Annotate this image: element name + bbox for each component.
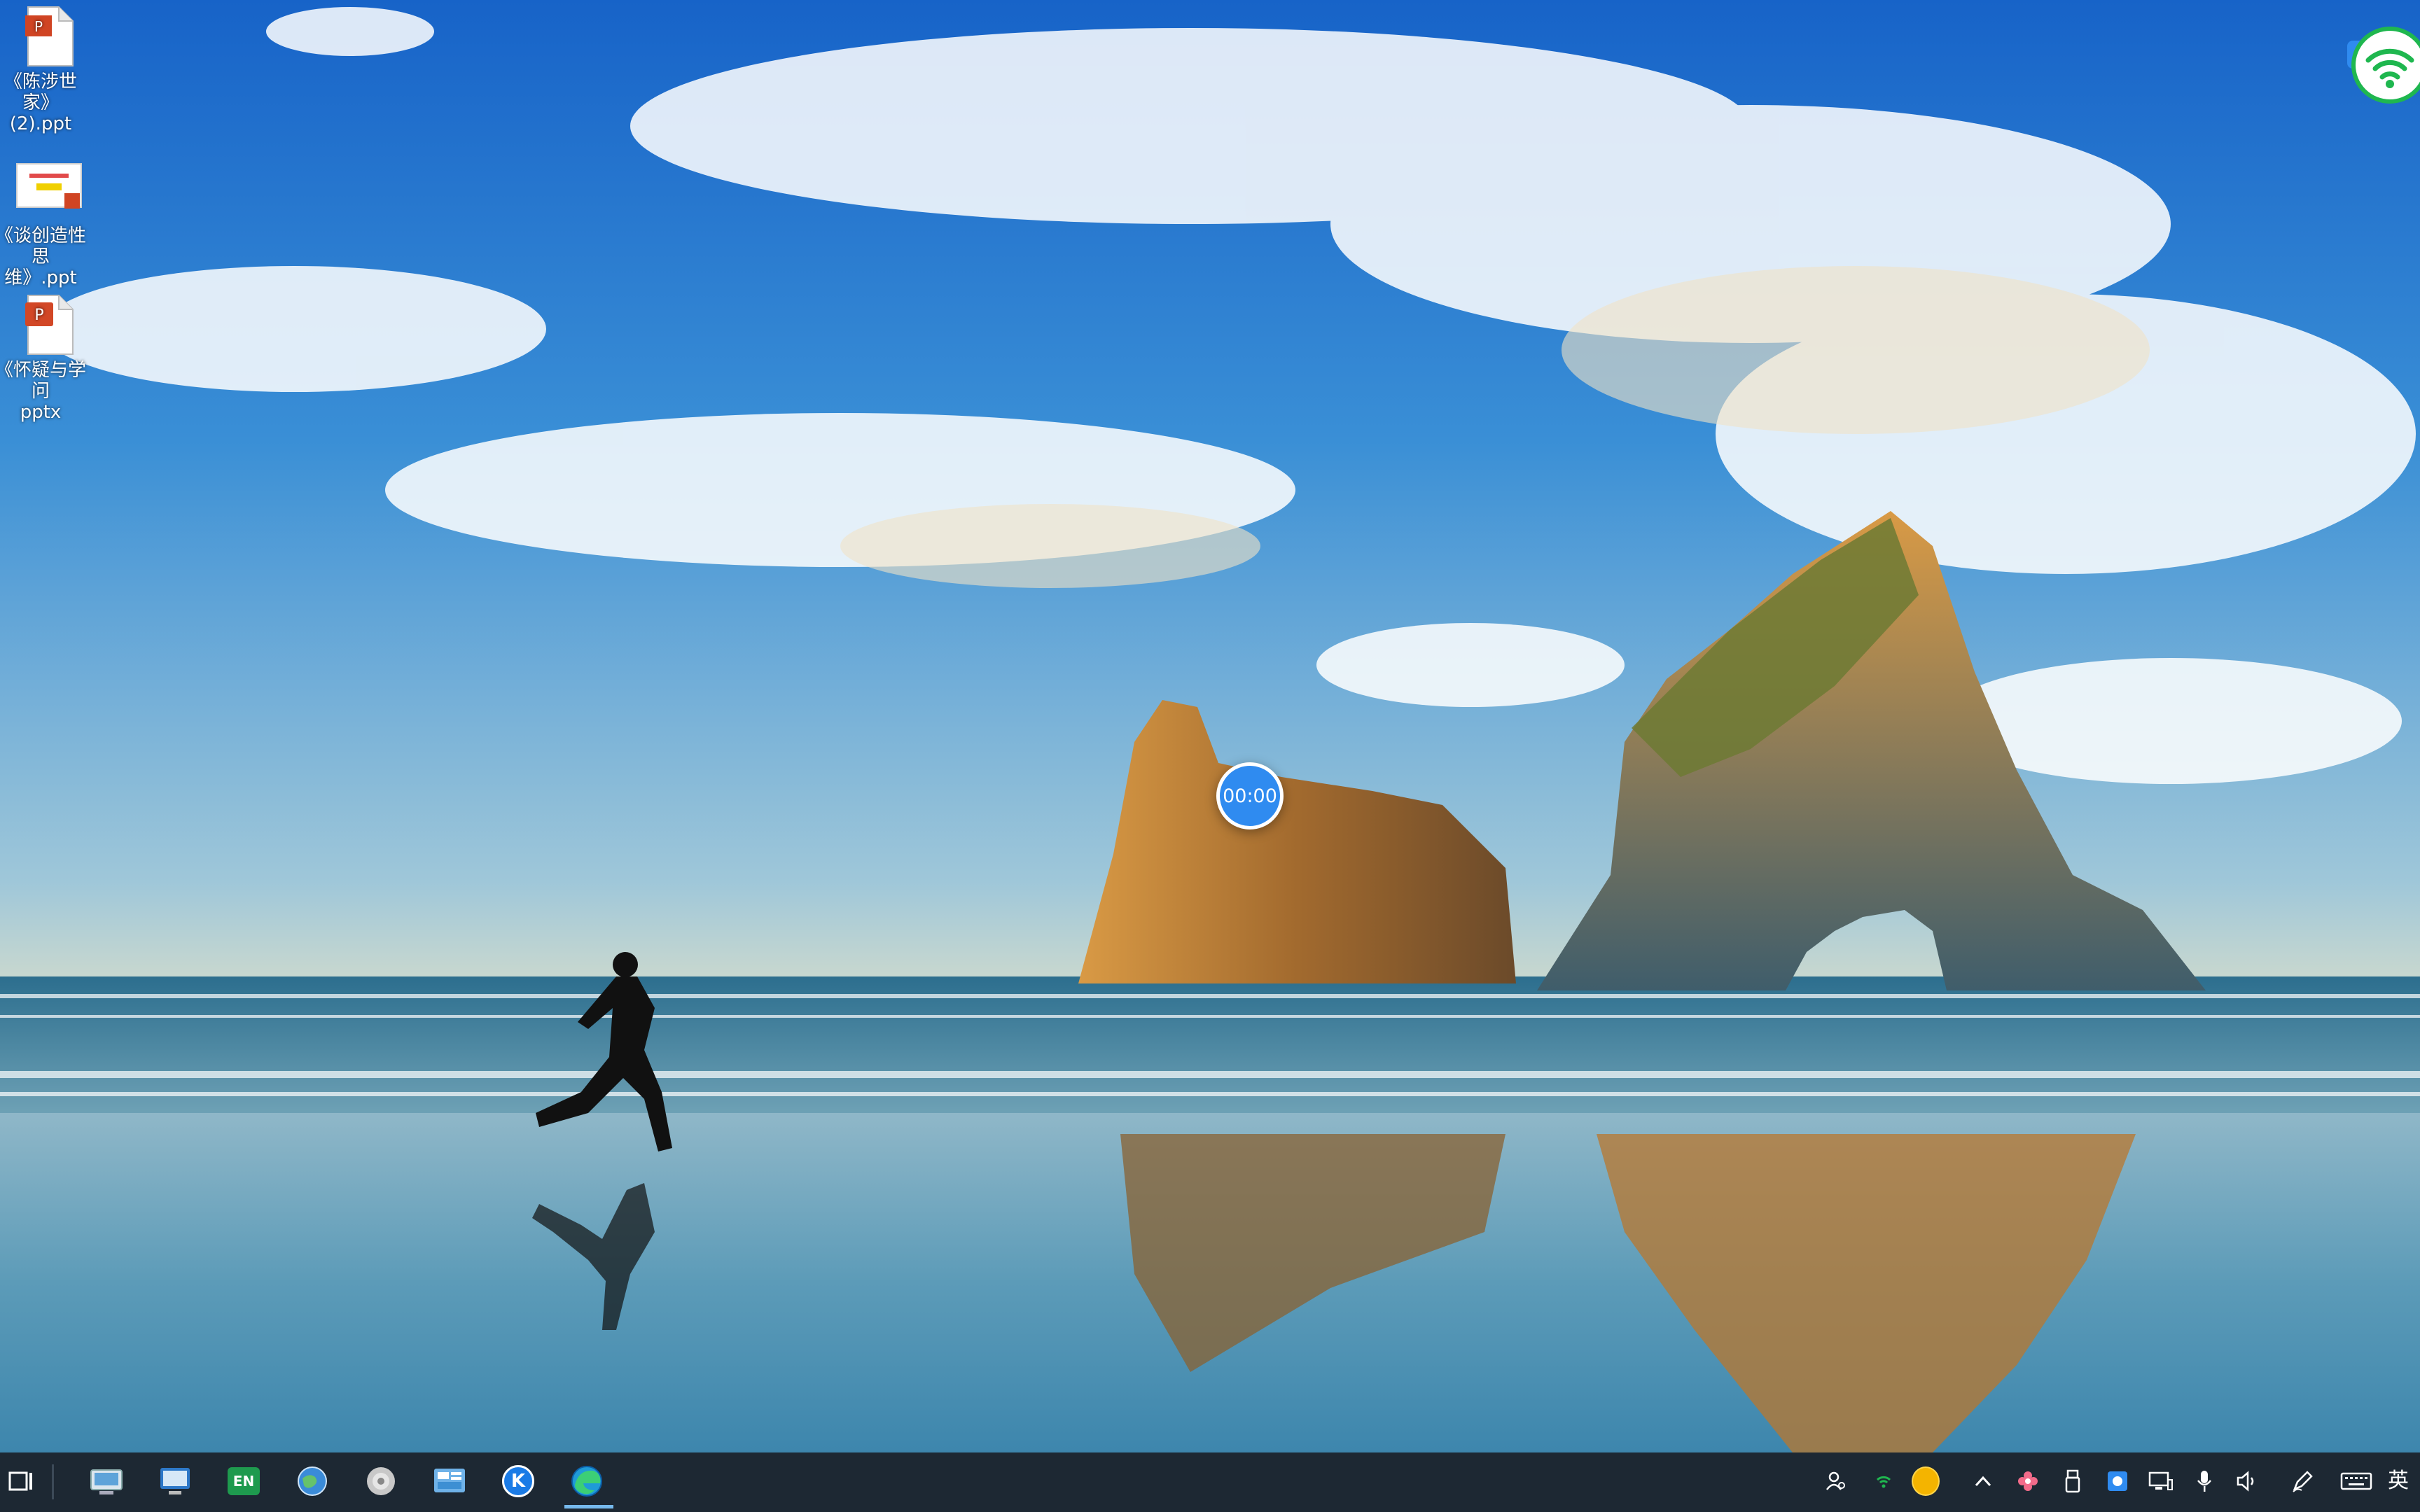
en-app-label: EN bbox=[228, 1467, 260, 1495]
pen-icon[interactable] bbox=[2288, 1467, 2316, 1495]
desktop-icon-huai-yi-yu-xue-wen[interactable]: P 《怀疑与学问 pptx bbox=[0, 294, 98, 423]
remote-desktop-icon[interactable] bbox=[154, 1460, 196, 1502]
k-app-icon[interactable]: K bbox=[497, 1460, 539, 1502]
microphone-icon[interactable] bbox=[2190, 1467, 2218, 1495]
ppt-file-icon: P bbox=[22, 6, 76, 67]
yellow-circle-icon[interactable] bbox=[1912, 1466, 1940, 1496]
edge-icon[interactable] bbox=[566, 1460, 608, 1502]
usb-drive-icon[interactable] bbox=[2059, 1467, 2087, 1495]
taskbar-divider bbox=[52, 1464, 54, 1499]
floating-timer[interactable]: 00:00 bbox=[1216, 762, 1284, 830]
volume-icon[interactable] bbox=[2234, 1467, 2262, 1495]
desktop[interactable]: P 《陈涉世家》 (2).ppt 《谈创造性思 维》.ppt P 《怀疑与学问 … bbox=[0, 0, 2420, 1452]
svg-text:P: P bbox=[34, 18, 43, 35]
disc-icon[interactable] bbox=[360, 1460, 402, 1502]
globe-browser-icon[interactable] bbox=[291, 1460, 333, 1502]
icon-label-line1: 《谈创造性思 bbox=[0, 225, 86, 267]
people-icon[interactable] bbox=[1822, 1467, 1850, 1495]
keyboard-icon[interactable] bbox=[2339, 1467, 2374, 1495]
svg-text:P: P bbox=[34, 307, 43, 324]
icon-label-line1: 《陈涉世家》 bbox=[4, 71, 77, 113]
chevron-up-icon[interactable] bbox=[1969, 1467, 1997, 1495]
k-app-label: K bbox=[502, 1465, 534, 1497]
app-tray-icon[interactable] bbox=[2103, 1467, 2132, 1495]
icon-label-line2: 维》.ppt bbox=[4, 267, 77, 288]
desktop-wallpaper bbox=[0, 0, 2420, 1452]
network-monitor-icon[interactable] bbox=[2147, 1467, 2175, 1495]
en-app-icon[interactable]: EN bbox=[223, 1460, 265, 1502]
ppt-thumbnail-icon bbox=[16, 160, 82, 221]
input-language-indicator[interactable]: 英 bbox=[2388, 1467, 2409, 1495]
wifi-widget-icon[interactable] bbox=[2351, 27, 2420, 104]
pptx-file-icon: P bbox=[22, 294, 76, 356]
task-view-icon[interactable] bbox=[0, 1460, 42, 1502]
active-app-indicator bbox=[564, 1505, 613, 1508]
icon-label-line2: (2).ppt bbox=[9, 113, 72, 134]
wifi-small-icon[interactable] bbox=[1870, 1467, 1898, 1495]
this-pc-icon[interactable] bbox=[85, 1460, 127, 1502]
desktop-icon-chuang-zao-xing-si-wei[interactable]: 《谈创造性思 维》.ppt bbox=[0, 160, 98, 288]
control-panel-icon[interactable] bbox=[429, 1460, 471, 1502]
desktop-icon-chen-she-shi-jia[interactable]: P 《陈涉世家》 (2).ppt bbox=[0, 6, 98, 134]
icon-label-line1: 《怀疑与学问 bbox=[0, 360, 86, 402]
flower-icon[interactable] bbox=[2014, 1467, 2042, 1495]
icon-label-line2: pptx bbox=[20, 402, 62, 423]
